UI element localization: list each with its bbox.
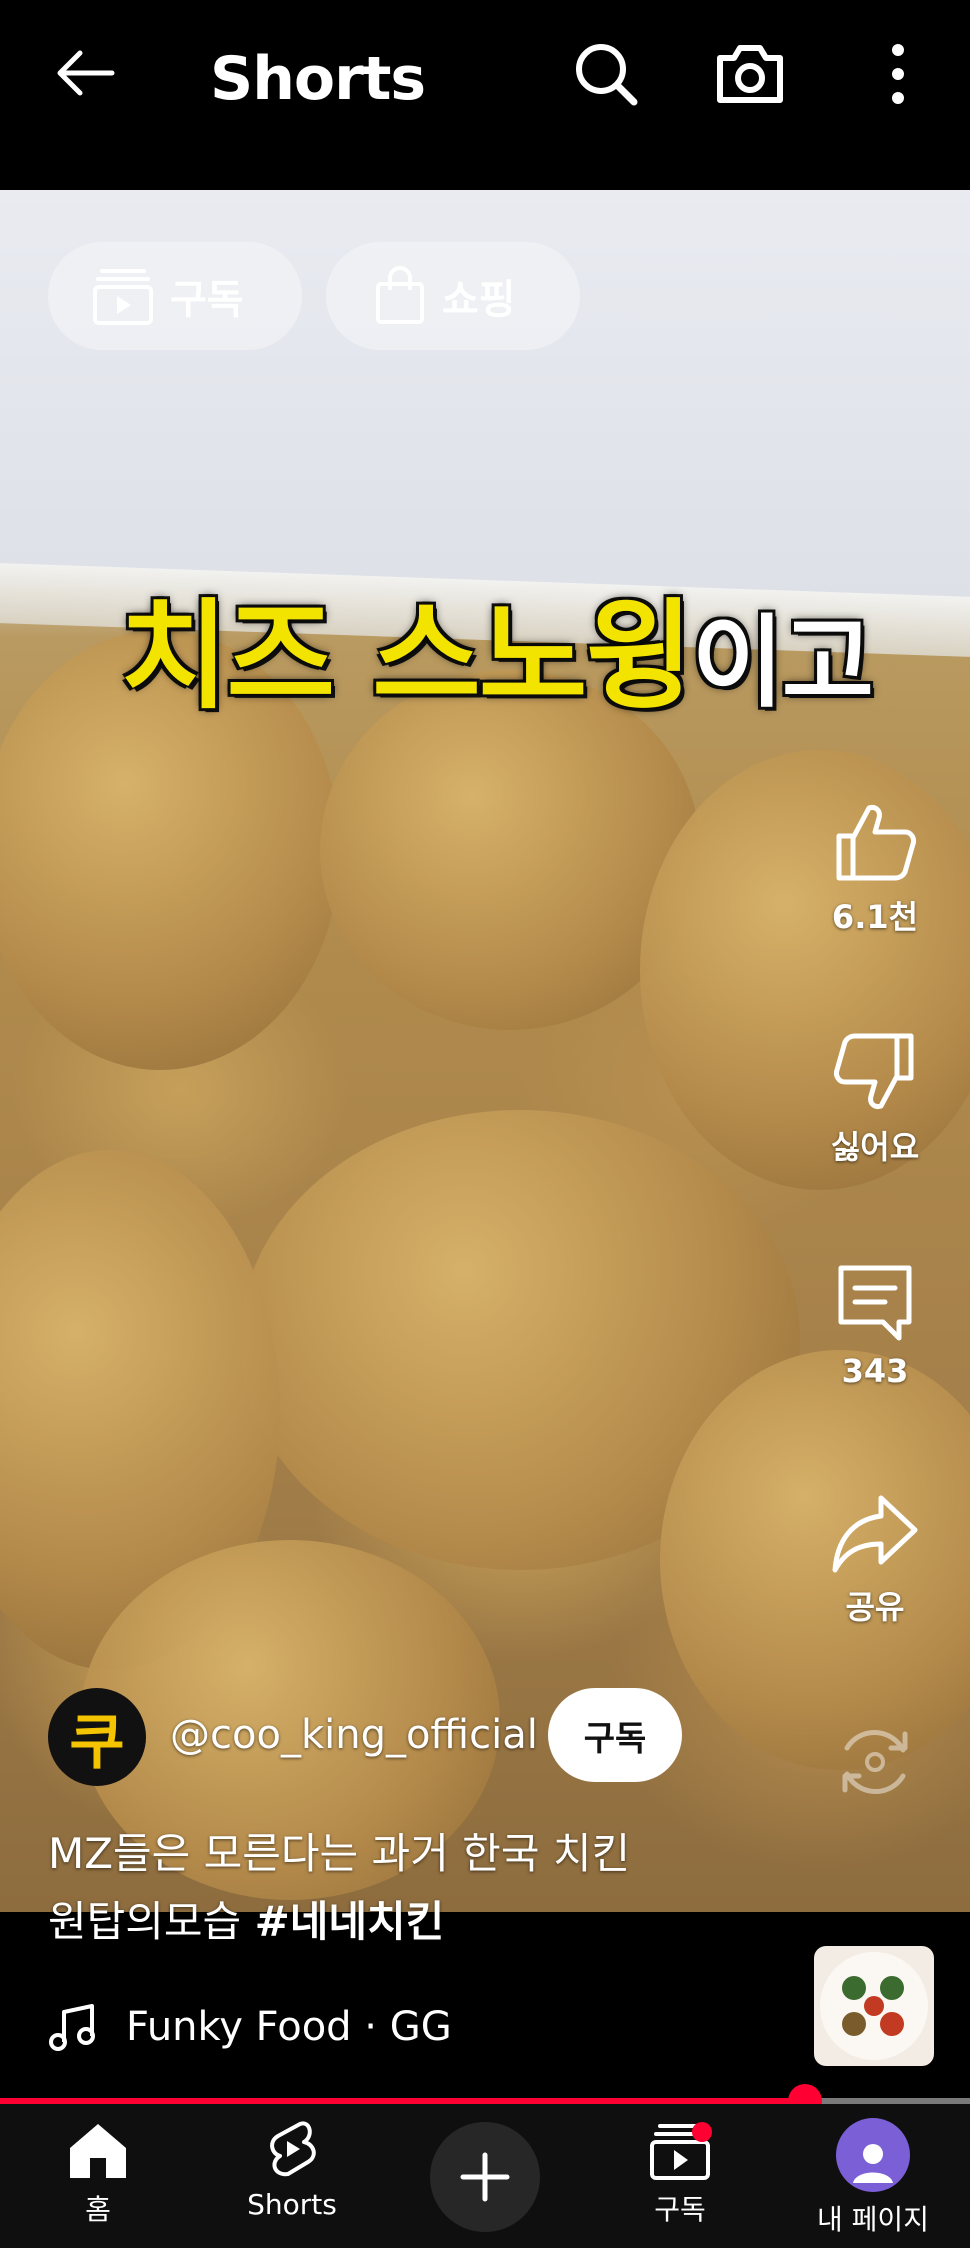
share-label: 공유 — [845, 1588, 905, 1626]
music-thumbnail-image — [820, 1952, 928, 2060]
channel-avatar-letter: 쿠 — [69, 1707, 125, 1778]
description-line-2-wrap: 원탑의모습 #네네치킨 — [48, 1888, 768, 1956]
back-button[interactable] — [50, 38, 120, 108]
caption-white-text: 이고 — [691, 604, 874, 721]
shopping-chip[interactable]: 쇼핑 — [326, 242, 580, 350]
nav-shorts[interactable]: Shorts — [212, 2104, 372, 2248]
description-line-1: MZ들은 모른다는 과거 한국 치킨 — [48, 1829, 631, 1878]
shopping-bag-icon — [376, 266, 424, 324]
shopping-chip-label: 쇼핑 — [442, 277, 516, 323]
remix-icon — [842, 1729, 908, 1795]
channel-avatar[interactable]: 쿠 — [48, 1688, 146, 1786]
thumbs-down-icon — [834, 1033, 914, 1109]
description-line-2: 원탑의모습 — [48, 1897, 255, 1946]
camera-button[interactable] — [712, 36, 788, 112]
video-caption-overlay: 치즈 스노윙이고 — [120, 560, 874, 731]
search-button[interactable] — [568, 36, 644, 112]
dislike-label: 싫어요 — [830, 1128, 920, 1166]
caption-yellow-text: 치즈 스노윙 — [120, 587, 694, 725]
remix-button[interactable] — [820, 1720, 930, 1804]
top-bar: Shorts — [0, 0, 970, 190]
plus-icon — [460, 2152, 510, 2202]
search-icon — [576, 44, 638, 106]
share-arrow-icon — [832, 1495, 918, 1573]
nav-subscriptions[interactable]: 구독 — [600, 2104, 760, 2248]
page-title: Shorts — [210, 44, 426, 114]
dislike-button[interactable]: 싫어요 — [820, 1030, 930, 1168]
comment-icon — [838, 1265, 912, 1341]
subscriptions-chip-label: 구독 — [170, 277, 244, 323]
person-icon — [853, 2144, 893, 2183]
more-vertical-icon — [892, 44, 904, 104]
video-description[interactable]: MZ들은 모른다는 과거 한국 치킨 원탑의모습 #네네치킨 — [48, 1820, 768, 1956]
camera-icon — [717, 45, 783, 103]
subscribe-button[interactable]: 구독 — [548, 1688, 682, 1782]
like-count: 6.1천 — [831, 898, 919, 936]
home-icon — [70, 2124, 126, 2178]
like-button[interactable]: 6.1천 — [820, 800, 930, 938]
comments-count: 343 — [841, 1352, 909, 1390]
subscriptions-icon — [93, 269, 153, 325]
music-row[interactable]: Funky Food · GG — [48, 2002, 452, 2052]
music-note-icon — [49, 2004, 95, 2051]
more-options-button[interactable] — [860, 36, 936, 112]
music-thumbnail[interactable] — [814, 1946, 934, 2066]
share-button[interactable]: 공유 — [820, 1490, 930, 1628]
nav-subscriptions-label: 구독 — [654, 2193, 706, 2226]
create-button[interactable] — [430, 2122, 540, 2232]
comments-button[interactable]: 343 — [820, 1260, 930, 1390]
subscriptions-chip[interactable]: 구독 — [48, 242, 302, 350]
subscriptions-icon — [650, 2122, 712, 2180]
bottom-navigation: 홈 Shorts 구독 내 페이지 — [0, 2104, 970, 2248]
nav-home-label: 홈 — [85, 2193, 111, 2226]
shorts-icon — [270, 2121, 316, 2177]
profile-avatar — [836, 2118, 910, 2192]
nav-shorts-label: Shorts — [247, 2188, 337, 2221]
nav-me[interactable]: 내 페이지 — [793, 2104, 953, 2248]
nav-home[interactable]: 홈 — [18, 2104, 178, 2248]
hashtag-link[interactable]: #네네치킨 — [255, 1897, 445, 1946]
thumbs-up-icon — [836, 805, 916, 881]
nav-me-label: 내 페이지 — [817, 2203, 929, 2236]
music-title: Funky Food · GG — [126, 2004, 452, 2050]
channel-name[interactable]: @coo_king_official — [170, 1712, 538, 1758]
arrow-left-icon — [57, 50, 115, 96]
